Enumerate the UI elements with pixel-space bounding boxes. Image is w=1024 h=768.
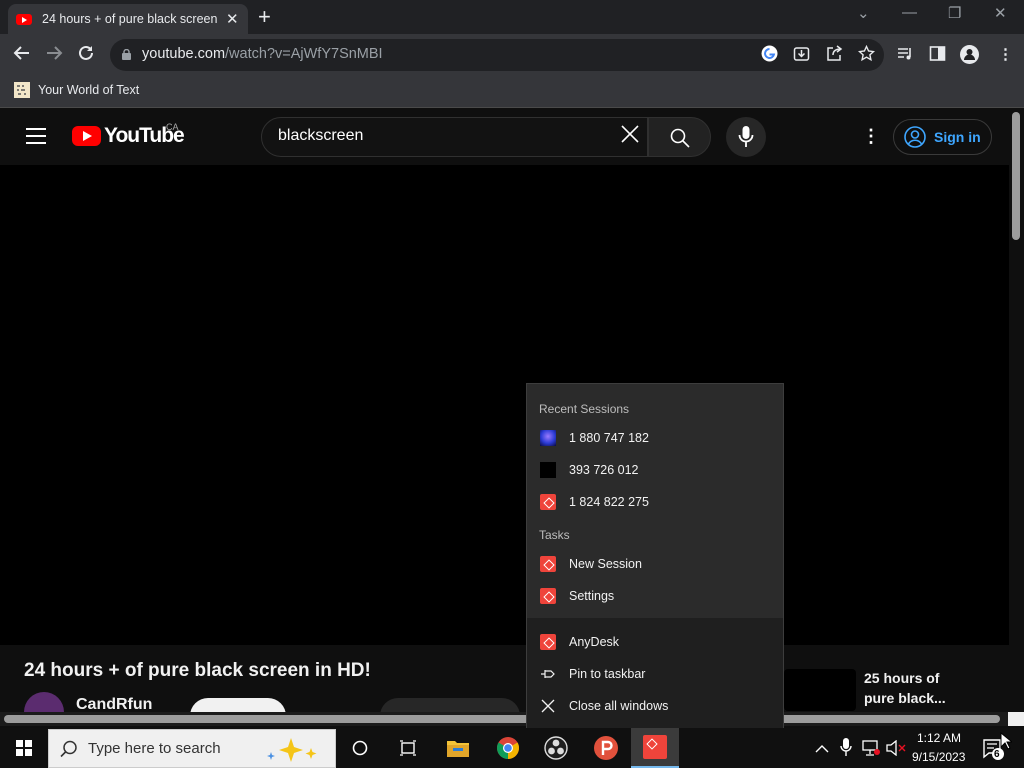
url-host: youtube.com	[142, 46, 226, 62]
suggested-video-thumbnail[interactable]	[784, 669, 856, 711]
restore-button[interactable]: ❐	[948, 4, 961, 22]
volume-muted-icon[interactable]	[886, 739, 906, 761]
reload-button[interactable]	[77, 44, 95, 68]
anydesk-icon	[540, 494, 556, 510]
cortana-button[interactable]	[336, 728, 384, 768]
file-explorer-icon	[447, 741, 469, 757]
file-explorer-button[interactable]	[434, 728, 482, 768]
task-view-button[interactable]	[384, 728, 432, 768]
recent-session-id: 1 824 822 275	[569, 495, 649, 509]
video-player[interactable]	[0, 165, 1009, 645]
microphone-icon[interactable]	[840, 738, 852, 761]
anydesk-label: AnyDesk	[569, 635, 620, 649]
bookmark-star-icon[interactable]	[857, 44, 876, 66]
chrome-icon	[497, 737, 519, 759]
recent-session-item[interactable]: 1 824 822 275	[540, 494, 649, 510]
minimize-button[interactable]: —	[902, 4, 917, 21]
url-path: /watch?v=AjWfY7SnMBI	[225, 46, 383, 62]
sign-in-label: Sign in	[934, 129, 981, 145]
youtube-favicon-icon	[16, 13, 32, 25]
region-label: CA	[166, 122, 179, 132]
profile-icon[interactable]	[960, 45, 979, 68]
task-view-icon	[400, 740, 416, 756]
psiphon-button[interactable]	[582, 728, 630, 768]
network-icon[interactable]	[862, 740, 880, 761]
pin-to-taskbar-item[interactable]: Pin to taskbar	[540, 666, 645, 682]
close-icon	[540, 698, 556, 714]
settings-label: Settings	[569, 589, 615, 603]
your-world-of-text-favicon-icon	[14, 82, 30, 98]
anydesk-icon	[540, 634, 556, 650]
clock-date[interactable]: 9/15/2023	[912, 750, 965, 764]
close-window-button[interactable]: ✕	[994, 4, 1007, 22]
pin-label: Pin to taskbar	[569, 667, 646, 681]
side-panel-icon[interactable]	[929, 45, 946, 66]
anydesk-icon	[540, 588, 556, 604]
tab-search-icon[interactable]: ⌄	[857, 4, 870, 22]
vertical-scrollbar-thumb[interactable]	[1012, 112, 1020, 240]
chrome-button[interactable]	[484, 728, 532, 768]
anydesk-icon	[643, 735, 667, 759]
mouse-cursor-icon	[1000, 731, 1014, 755]
windows-start-icon[interactable]	[16, 740, 32, 756]
video-title: 24 hours + of pure black screen in HD!	[24, 660, 371, 681]
settings-menu-icon[interactable]: ⋮	[862, 126, 880, 147]
tab-close-icon[interactable]: ✕	[226, 10, 239, 28]
url-text[interactable]: youtube.com/watch?v=AjWfY7SnMBI	[142, 46, 383, 62]
pin-icon	[540, 666, 556, 682]
forward-button[interactable]	[45, 44, 63, 68]
settings-task[interactable]: Settings	[540, 588, 614, 604]
bookmarks-bar	[0, 76, 1024, 108]
cortana-icon	[352, 740, 368, 756]
new-session-task[interactable]: New Session	[540, 556, 642, 572]
recent-sessions-header: Recent Sessions	[539, 402, 630, 416]
recent-session-item[interactable]: 1 880 747 182	[540, 430, 649, 446]
new-tab-button[interactable]: +	[258, 6, 271, 28]
search-input-value[interactable]: blackscreen	[278, 127, 363, 145]
new-session-label: New Session	[569, 557, 642, 571]
guide-menu-icon[interactable]	[26, 128, 46, 149]
obs-icon	[544, 736, 568, 760]
bookmark-your-world-of-text[interactable]: Your World of Text	[38, 83, 139, 97]
search-icon	[60, 740, 77, 758]
tasks-header: Tasks	[539, 528, 570, 542]
show-hidden-icons-icon[interactable]	[815, 741, 829, 759]
media-control-icon[interactable]	[897, 45, 914, 66]
voice-search-button[interactable]	[726, 117, 766, 157]
session-thumbnail-icon	[540, 462, 556, 478]
close-all-label: Close all windows	[569, 699, 669, 713]
notification-count-badge: 6	[994, 749, 1000, 760]
session-thumbnail-icon	[540, 430, 556, 446]
suggested-video-title[interactable]: 25 hours of pure black...	[864, 668, 964, 708]
obs-button[interactable]	[532, 728, 580, 768]
sign-in-button[interactable]: Sign in	[893, 119, 992, 155]
taskbar-search-placeholder: Type here to search	[88, 740, 221, 757]
clock-time[interactable]: 1:12 AM	[917, 731, 961, 745]
tab-title: 24 hours + of pure black screen in HD!	[42, 12, 220, 26]
open-anydesk-item[interactable]: AnyDesk	[540, 634, 619, 650]
browser-tab[interactable]: 24 hours + of pure black screen in HD! ✕	[8, 4, 248, 34]
recent-session-item[interactable]: 393 726 012	[540, 462, 639, 478]
google-lens-icon[interactable]	[761, 45, 778, 66]
youtube-logo-icon[interactable]	[72, 126, 101, 146]
recent-session-id: 393 726 012	[569, 463, 639, 477]
chrome-menu-icon[interactable]: ⋮	[998, 45, 1013, 63]
install-app-icon[interactable]	[793, 45, 810, 66]
close-all-windows-item[interactable]: Close all windows	[540, 698, 668, 714]
anydesk-icon	[540, 556, 556, 572]
anydesk-taskbar-button[interactable]	[631, 728, 679, 768]
search-clear-icon[interactable]	[620, 124, 640, 150]
search-highlight-icon	[267, 738, 317, 762]
share-icon[interactable]	[826, 45, 843, 66]
back-button[interactable]	[13, 44, 31, 68]
recent-session-id: 1 880 747 182	[569, 431, 649, 445]
account-icon	[904, 126, 926, 148]
psiphon-icon	[594, 736, 618, 760]
lock-icon[interactable]	[122, 47, 131, 60]
search-button[interactable]	[648, 117, 711, 157]
horizontal-scrollbar-thumb[interactable]	[4, 715, 1000, 723]
scrollbar-corner	[1008, 712, 1024, 726]
